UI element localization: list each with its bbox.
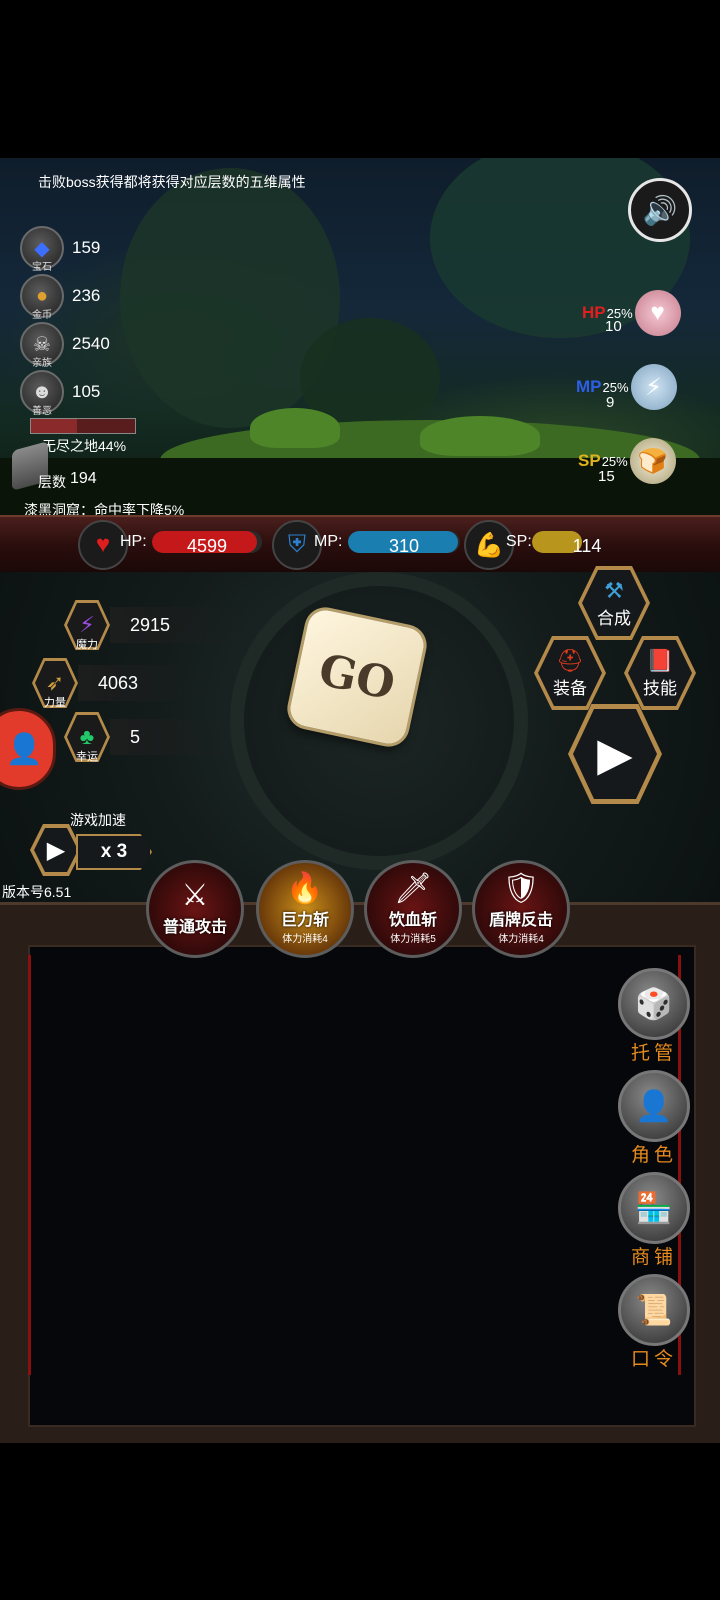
sp-value: 114 xyxy=(572,536,602,553)
skill-shield-counter[interactable]: 🛡 盾牌反击 体力消耗4 xyxy=(472,860,570,958)
coin-icon: ● 金币 xyxy=(20,274,64,321)
resource-coin: ● 金币 236 xyxy=(20,274,101,321)
dice-icon: 🎲 xyxy=(618,968,690,1040)
resource-mask: ☻ 善恶 105 xyxy=(20,370,101,417)
sp-potion-icon: 🍞 xyxy=(629,438,676,484)
hp-potion-count: 10 xyxy=(605,318,622,335)
resource-gem: ◆ 宝石 159 xyxy=(20,226,101,273)
play-icon: ▶ xyxy=(597,728,633,780)
skill-blood-slash[interactable]: 🗡 饮血斩 体力消耗5 xyxy=(364,860,462,958)
skull-count: 2540 xyxy=(72,334,110,353)
skill-power-slash[interactable]: 🔥 巨力斩 体力消耗4 xyxy=(256,860,354,958)
speaker-icon: 🔊 xyxy=(642,194,678,226)
sp-potion-count: 15 xyxy=(598,468,615,485)
mp-potion-count: 9 xyxy=(606,394,615,411)
skull-icon: ☠ 亲族 xyxy=(20,322,64,369)
gem-icon: ◆ 宝石 xyxy=(20,226,64,273)
sp-bar: 114 xyxy=(532,531,642,553)
shield-icon: 🛡 xyxy=(501,871,541,905)
book-icon: 📕 xyxy=(646,647,674,673)
mask-icon: ☻ 善恶 xyxy=(20,370,64,417)
magic-value: 2915 xyxy=(110,607,240,643)
strength-value: 4063 xyxy=(78,665,208,701)
sp-label: SP: xyxy=(506,533,532,550)
hp-bar: 4599 xyxy=(152,531,262,553)
mp-value: 310 xyxy=(388,536,420,553)
floor-label: 层数 xyxy=(38,474,66,490)
sound-button[interactable]: 🔊 xyxy=(628,178,692,242)
mp-potion-icon: ⚡ xyxy=(630,364,677,410)
blade-icon: 🗡 xyxy=(393,871,433,905)
helmet-icon: ⛑ xyxy=(556,647,584,673)
claw-icon: 🔥 xyxy=(286,871,324,905)
user-icon: 👤 xyxy=(5,732,43,766)
resource-skull: ☠ 亲族 2540 xyxy=(20,322,110,369)
mask-count: 105 xyxy=(72,382,101,401)
hp-potion[interactable]: HP 25% ♥ xyxy=(582,290,681,336)
land-name: 无尽之地44% xyxy=(42,438,127,454)
info-text: 击败boss获得都将获得对应层数的五维属性 xyxy=(38,174,306,190)
attr-strength: ➶ 力量 4063 xyxy=(32,658,208,708)
attr-luck: ♣ 幸运 5 xyxy=(64,712,240,762)
hp-potion-icon: ♥ xyxy=(634,290,681,336)
mp-potion[interactable]: MP 25% ⚡ xyxy=(576,364,677,410)
mp-label: MP: xyxy=(314,533,343,550)
go-dice-button[interactable]: GO xyxy=(287,607,427,747)
hood-icon: 👤 xyxy=(618,1070,690,1142)
land-progress-bar xyxy=(30,418,136,434)
gem-count: 159 xyxy=(72,238,101,257)
coin-count: 236 xyxy=(72,286,101,305)
side-shop-button[interactable]: 🏪 商铺 xyxy=(612,1172,696,1269)
version-text: 版本号6.51 xyxy=(2,884,72,900)
battle-log xyxy=(28,945,696,1427)
sword-icon: ⚔ xyxy=(181,879,209,912)
hp-label: HP: xyxy=(120,533,147,550)
attr-magic: ⚡ 魔力 2915 xyxy=(64,600,240,650)
shop-icon: 🏪 xyxy=(618,1172,690,1244)
scroll-icon: 📜 xyxy=(618,1274,690,1346)
hp-value: 4599 xyxy=(186,536,228,553)
side-code-button[interactable]: 📜 口令 xyxy=(612,1274,696,1371)
mp-bar: 310 xyxy=(348,531,460,553)
speed-multiplier: x 3 xyxy=(76,834,152,870)
side-auto-button[interactable]: 🎲 托管 xyxy=(612,968,696,1065)
side-character-button[interactable]: 👤 角色 xyxy=(612,1070,696,1167)
luck-value: 5 xyxy=(110,719,240,755)
speed-button[interactable]: ▶ x 3 xyxy=(30,824,152,876)
hammer-icon: ⚒ xyxy=(604,577,624,603)
sp-potion[interactable]: SP 25% 🍞 xyxy=(578,438,676,484)
floor-value: 194 xyxy=(70,470,97,487)
skill-normal-attack[interactable]: ⚔ 普通攻击 xyxy=(146,860,244,958)
